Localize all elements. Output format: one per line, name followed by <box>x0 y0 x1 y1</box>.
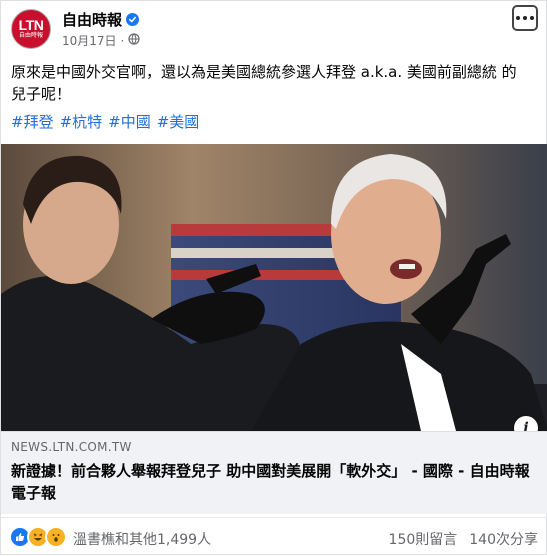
hashtag-link[interactable]: #美國 <box>157 111 200 133</box>
photo-illustration <box>1 144 547 431</box>
hashtag-list: #拜登 #杭特 #中國 #美國 <box>11 111 199 133</box>
engagement-counts: 150則留言 140次分享 <box>389 529 538 549</box>
post-text: 原來是中國外交官啊，還以為是美國總統參選人拜登 a.k.a. 美國前副總統 的兒… <box>11 63 517 103</box>
post-header: LTN 自由時報 自由時報 10月17日 · <box>1 1 547 57</box>
hashtag-link[interactable]: #杭特 <box>60 111 103 133</box>
shares-count[interactable]: 140次分享 <box>469 529 538 549</box>
verified-badge-icon <box>126 13 140 26</box>
logo-subtext: 自由時報 <box>18 32 43 39</box>
page-name-row: 自由時報 <box>62 9 140 30</box>
link-preview[interactable]: NEWS.LTN.COM.TW 新證據！前合夥人舉報拜登兒子 助中國對美展開「軟… <box>1 431 547 514</box>
post-meta: 10月17日 · <box>62 32 140 49</box>
more-options-button[interactable] <box>512 5 538 31</box>
comments-count[interactable]: 150則留言 <box>389 529 458 549</box>
more-dot <box>530 16 534 20</box>
link-domain: NEWS.LTN.COM.TW <box>11 440 132 454</box>
wow-icon <box>45 526 67 548</box>
hashtag-link[interactable]: #中國 <box>108 111 151 133</box>
page-avatar[interactable]: LTN 自由時報 <box>11 9 51 49</box>
hashtag-link[interactable]: #拜登 <box>11 111 54 133</box>
reaction-icons[interactable] <box>9 526 67 548</box>
reactions-summary[interactable]: 溫書樵和其他1,499人 <box>73 529 211 549</box>
link-title[interactable]: 新證據！前合夥人舉報拜登兒子 助中國對美展開「軟外交」 - 國際 - 自由時報電… <box>11 460 531 504</box>
page-name[interactable]: 自由時報 <box>62 9 122 30</box>
logo-text: LTN <box>18 17 44 33</box>
globe-icon <box>128 33 140 48</box>
more-dots-icon <box>516 16 520 20</box>
post-footer: 溫書樵和其他1,499人 150則留言 140次分享 <box>1 517 547 556</box>
post-card: LTN 自由時報 自由時報 10月17日 · 原來是中國外交官啊，還以為是美國總… <box>0 0 547 555</box>
post-photo[interactable]: i <box>1 144 547 431</box>
more-dot <box>523 16 527 20</box>
post-date[interactable]: 10月17日 <box>62 32 117 49</box>
meta-separator: · <box>120 33 125 48</box>
